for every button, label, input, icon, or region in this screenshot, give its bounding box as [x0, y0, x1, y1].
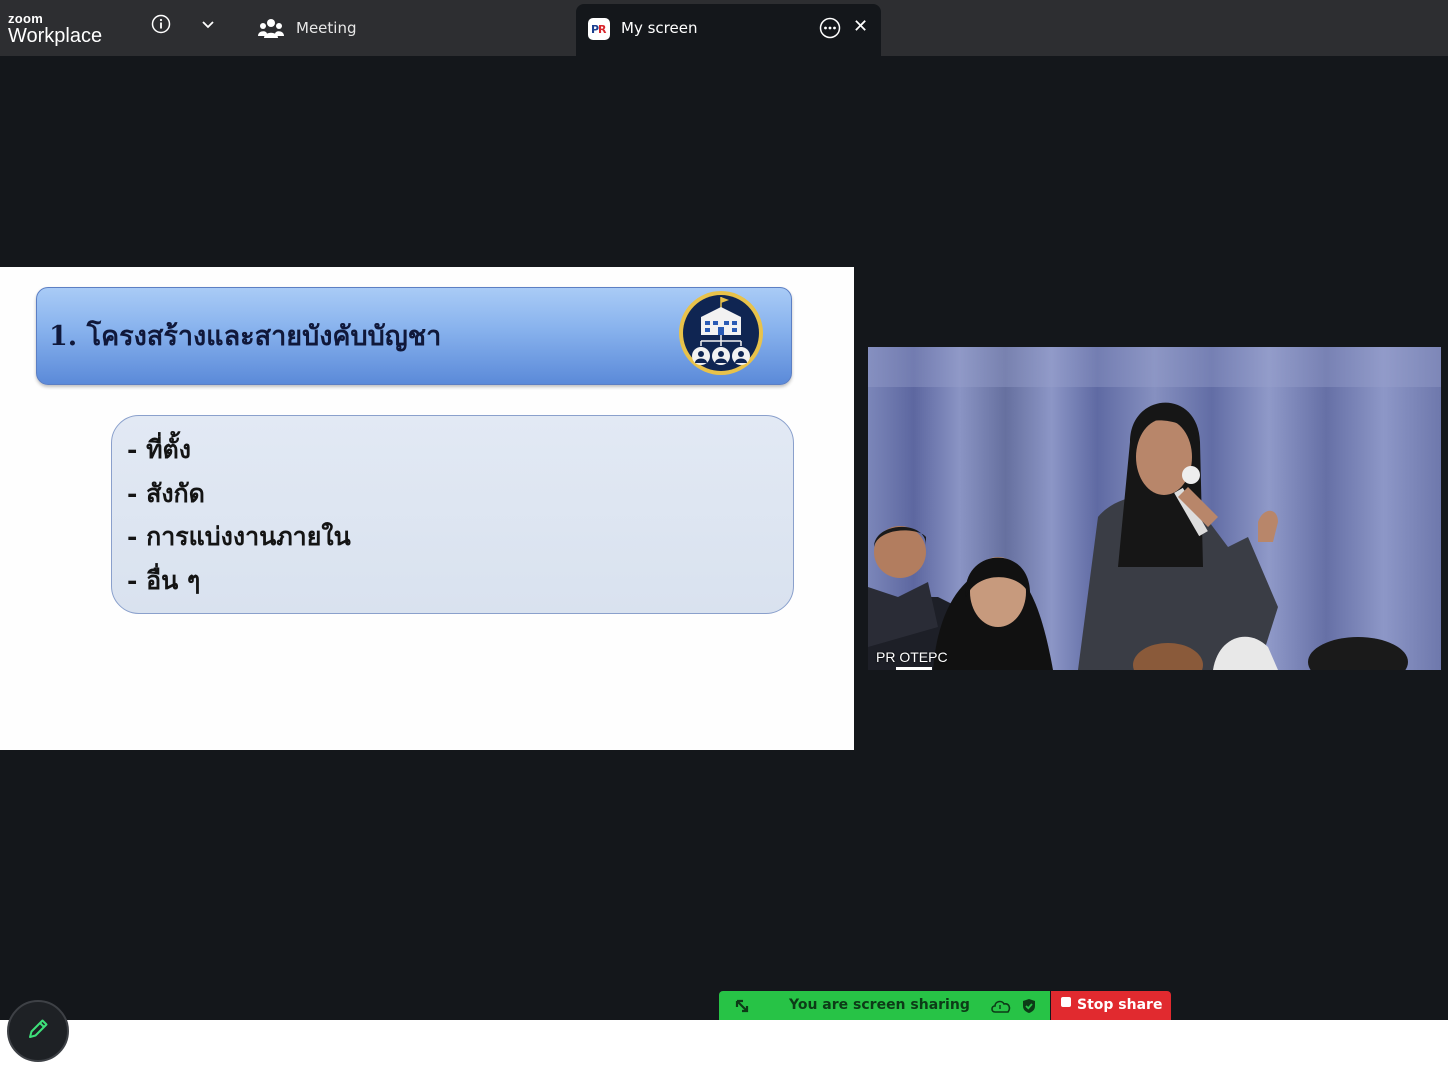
share-status-panel[interactable]: You are screen sharing	[719, 991, 1050, 1020]
pencil-icon	[25, 1016, 51, 1046]
info-icon[interactable]	[151, 14, 171, 38]
tab-meeting-label: Meeting	[296, 19, 357, 37]
slide-title: 1. โครงสร้างและสายบังคับบัญชา	[49, 321, 442, 352]
pr-logo-icon: PR	[588, 18, 610, 40]
stop-square-icon	[1061, 997, 1071, 1007]
bullet-item: - การแบ่งงานภายใน	[127, 522, 351, 551]
bullet-list: - ที่ตั้ง - สังกัด - การแบ่งงานภายใน - อ…	[127, 428, 351, 602]
tab-meeting[interactable]: Meeting	[258, 12, 356, 44]
stop-share-label: Stop share	[1077, 997, 1163, 1013]
slide-header: 1. โครงสร้างและสายบังคับบัญชา	[36, 287, 792, 385]
organization-emblem-icon	[677, 289, 765, 377]
close-icon[interactable]: ✕	[853, 16, 868, 38]
share-status-text: You are screen sharing	[789, 997, 970, 1013]
participant-video[interactable]: PR OTEPC	[868, 347, 1441, 670]
tab-my-screen[interactable]: PR My screen ✕	[576, 4, 881, 56]
slide-content-box: - ที่ตั้ง - สังกัด - การแบ่งงานภายใน - อ…	[111, 415, 794, 614]
zoom-workplace-logo: zoom Workplace	[8, 12, 102, 47]
chevron-down-icon[interactable]	[200, 16, 216, 36]
bullet-item: - ที่ตั้ง	[127, 435, 192, 464]
bullet-item: - อื่น ๆ	[127, 565, 201, 595]
cloud-icon	[990, 998, 1012, 1018]
screen-share-bar: You are screen sharing Stop share	[719, 991, 1171, 1020]
bullet-item: - สังกัด	[127, 478, 205, 508]
drag-handle-icon[interactable]	[734, 998, 750, 1018]
title-bar: zoom Workplace Meeting PR My screen ✕	[0, 0, 1448, 56]
shield-icon	[1021, 998, 1037, 1018]
brand-bottom: Workplace	[8, 25, 103, 47]
shared-slide: 1. โครงสร้างและสายบังคับบัญชา - ที่ตั้ง …	[0, 267, 854, 750]
participants-icon	[258, 17, 284, 39]
stop-share-button[interactable]: Stop share	[1051, 991, 1171, 1020]
more-options-icon[interactable]	[819, 17, 841, 43]
audio-indicator	[896, 667, 932, 670]
video-frame	[868, 347, 1441, 670]
annotate-button[interactable]	[7, 1000, 69, 1062]
svg-text:R: R	[598, 23, 607, 36]
brand-top: zoom	[8, 11, 44, 26]
participant-name: PR OTEPC	[876, 649, 948, 665]
bottom-strip	[0, 1020, 1448, 1068]
tab-my-screen-label: My screen	[621, 19, 698, 37]
